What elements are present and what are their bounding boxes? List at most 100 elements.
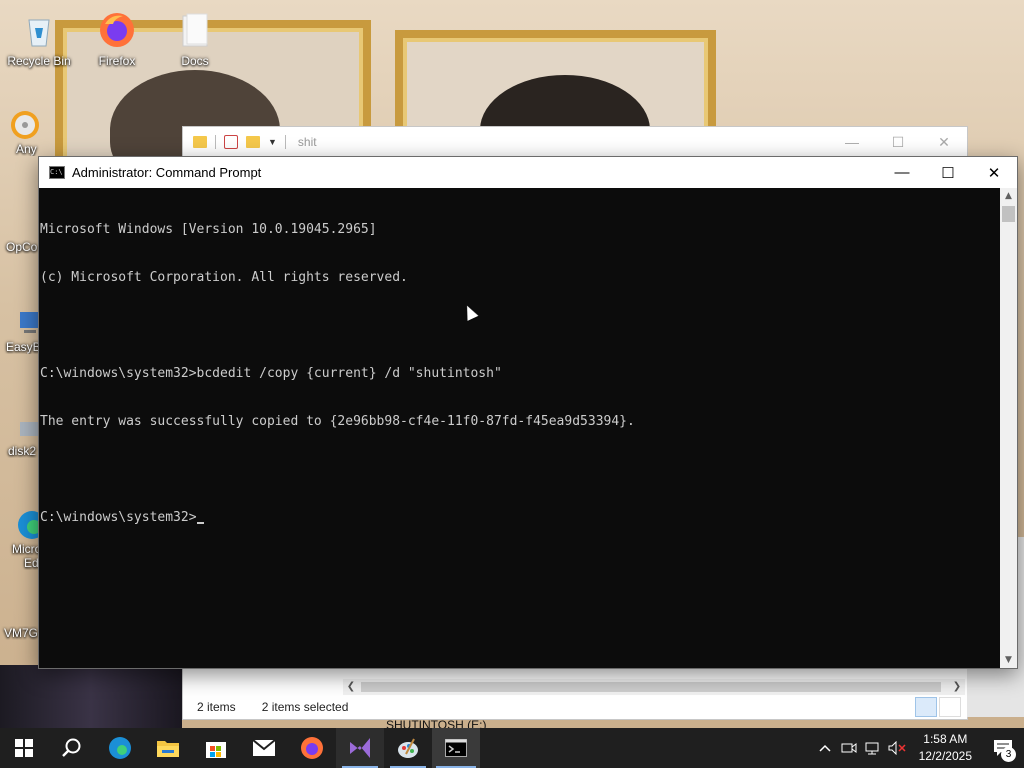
start-button[interactable] bbox=[0, 728, 48, 768]
disk-icon bbox=[20, 422, 40, 436]
file-explorer-icon bbox=[157, 741, 179, 757]
meet-now-icon[interactable] bbox=[837, 728, 861, 768]
desktop-icon-firefox[interactable]: Firefox bbox=[80, 10, 154, 68]
desktop-icon-partial-edge[interactable]: Micro Ed bbox=[0, 510, 40, 570]
search-icon bbox=[62, 738, 81, 757]
cmd-window-controls: — ☐ ✕ bbox=[879, 157, 1017, 188]
desktop-icon-label: VM7G bbox=[4, 626, 39, 640]
action-center-button[interactable]: 3 bbox=[982, 728, 1024, 768]
firefox-icon bbox=[301, 737, 323, 759]
desktop-icon-partial-any[interactable]: Any bbox=[0, 110, 40, 156]
command-prompt-window[interactable]: C:\ Administrator: Command Prompt — ☐ ✕ … bbox=[38, 156, 1018, 669]
wallpaper-bottom-photo bbox=[0, 665, 182, 728]
taskbar-command-prompt[interactable] bbox=[432, 728, 480, 768]
taskbar-firefox[interactable] bbox=[288, 728, 336, 768]
maximize-button[interactable]: ☐ bbox=[875, 127, 921, 157]
scroll-down-arrow-icon[interactable]: ▼ bbox=[1000, 652, 1017, 668]
mail-icon bbox=[252, 739, 276, 756]
clock-date: 12/2/2025 bbox=[918, 749, 972, 763]
visual-studio-icon bbox=[350, 738, 370, 758]
console-line: The entry was successfully copied to {2e… bbox=[40, 414, 635, 429]
console-line: (c) Microsoft Corporation. All rights re… bbox=[40, 270, 408, 285]
minimize-button[interactable]: — bbox=[829, 127, 875, 157]
taskbar-edge[interactable] bbox=[96, 728, 144, 768]
desktop-icon-label: Firefox bbox=[98, 54, 136, 68]
console-line: Microsoft Windows [Version 10.0.19045.29… bbox=[40, 222, 377, 237]
console-line: C:\windows\system32>bcdedit /copy {curre… bbox=[40, 366, 502, 381]
network-icon[interactable] bbox=[861, 728, 885, 768]
toolbar-divider bbox=[215, 135, 216, 149]
taskbar-paint[interactable] bbox=[384, 728, 432, 768]
firefox-icon bbox=[100, 13, 134, 47]
disc-icon bbox=[11, 111, 39, 139]
console-prompt: C:\windows\system32> bbox=[40, 510, 197, 525]
desktop-icon-partial-opco[interactable]: OpCo bbox=[0, 240, 40, 254]
folder-icon bbox=[182, 13, 208, 47]
desktop-icon-label: disk2 bbox=[8, 444, 37, 458]
notification-count-badge: 3 bbox=[1001, 747, 1016, 762]
scrollbar-thumb[interactable] bbox=[361, 682, 941, 692]
desktop-icon-label: OpCo bbox=[6, 240, 38, 254]
desktop-icon-label: Micro bbox=[12, 542, 40, 556]
explorer-window-controls: — ☐ ✕ bbox=[829, 127, 967, 157]
cmd-titlebar[interactable]: C:\ Administrator: Command Prompt — ☐ ✕ bbox=[39, 157, 1017, 188]
computer-icon bbox=[20, 312, 40, 333]
desktop-icon-label: EasyB bbox=[6, 340, 40, 354]
edge-icon bbox=[18, 511, 40, 539]
edge-icon bbox=[109, 737, 131, 759]
scroll-left-arrow-icon[interactable]: ❮ bbox=[343, 679, 359, 695]
properties-icon[interactable] bbox=[224, 135, 238, 149]
scrollbar-thumb[interactable] bbox=[1002, 206, 1015, 222]
close-button[interactable]: ✕ bbox=[921, 127, 967, 157]
status-item-count: 2 items bbox=[197, 700, 236, 714]
show-hidden-icons-chevron-up-icon[interactable] bbox=[813, 728, 837, 768]
drive-label: SHUTINTOSH (E:) bbox=[386, 718, 487, 728]
toolbar-divider bbox=[284, 135, 286, 149]
command-prompt-icon: C:\ bbox=[49, 166, 65, 179]
status-selected-count: 2 items selected bbox=[261, 700, 349, 714]
recycle-bin-icon bbox=[28, 19, 50, 47]
store-icon bbox=[206, 742, 226, 758]
taskbar-store[interactable] bbox=[192, 728, 240, 768]
taskbar: 1:58 AM 12/2/2025 3 bbox=[0, 728, 1024, 768]
view-switcher bbox=[915, 697, 961, 717]
details-view-button[interactable] bbox=[915, 697, 937, 717]
cmd-title: Administrator: Command Prompt bbox=[72, 165, 262, 180]
taskbar-visual-studio[interactable] bbox=[336, 728, 384, 768]
console-output[interactable]: Microsoft Windows [Version 10.0.19045.29… bbox=[39, 188, 1001, 670]
taskbar-mail[interactable] bbox=[240, 728, 288, 768]
explorer-horizontal-scrollbar[interactable]: ❮ ❯ bbox=[343, 679, 965, 695]
start-icon bbox=[15, 739, 33, 757]
search-button[interactable] bbox=[48, 728, 96, 768]
close-button[interactable]: ✕ bbox=[971, 157, 1017, 188]
desktop-icon-partial-vm[interactable]: VM7G bbox=[0, 626, 40, 640]
explorer-statusbar: 2 items 2 items selected bbox=[183, 695, 967, 719]
large-icons-view-button[interactable] bbox=[939, 697, 961, 717]
desktop-icon-docs[interactable]: Docs bbox=[158, 10, 232, 68]
volume-muted-icon[interactable] bbox=[885, 728, 909, 768]
new-folder-icon[interactable] bbox=[246, 136, 260, 148]
explorer-titlebar[interactable]: ▼ shit — ☐ ✕ bbox=[183, 127, 967, 157]
desktop-icon-partial-easyb[interactable]: EasyB bbox=[0, 308, 40, 354]
desktop-icon-label: Docs bbox=[181, 54, 209, 68]
taskbar-file-explorer[interactable] bbox=[144, 728, 192, 768]
scroll-right-arrow-icon[interactable]: ❯ bbox=[949, 679, 965, 695]
quick-access-toolbar: ▼ bbox=[183, 135, 286, 149]
command-prompt-icon bbox=[445, 739, 467, 757]
cmd-vertical-scrollbar[interactable]: ▲ ▼ bbox=[1000, 188, 1017, 668]
desktop-icon-label: Any bbox=[16, 142, 37, 156]
taskbar-clock[interactable]: 1:58 AM 12/2/2025 bbox=[909, 731, 982, 765]
chevron-down-icon[interactable]: ▼ bbox=[268, 137, 277, 147]
desktop-icon-partial-disk2[interactable]: disk2 bbox=[0, 412, 40, 458]
console-prompt-line[interactable]: C:\windows\system32> bbox=[40, 510, 1001, 526]
paint-icon bbox=[398, 738, 418, 758]
desktop-icon-recycle-bin[interactable]: Recycle Bin bbox=[2, 10, 76, 68]
desktop-icon-label: Recycle Bin bbox=[7, 54, 71, 68]
scroll-up-arrow-icon[interactable]: ▲ bbox=[1000, 188, 1017, 204]
system-tray: 1:58 AM 12/2/2025 3 bbox=[813, 728, 1024, 768]
minimize-button[interactable]: — bbox=[879, 157, 925, 188]
maximize-button[interactable]: ☐ bbox=[925, 157, 971, 188]
explorer-title: shit bbox=[297, 135, 317, 149]
